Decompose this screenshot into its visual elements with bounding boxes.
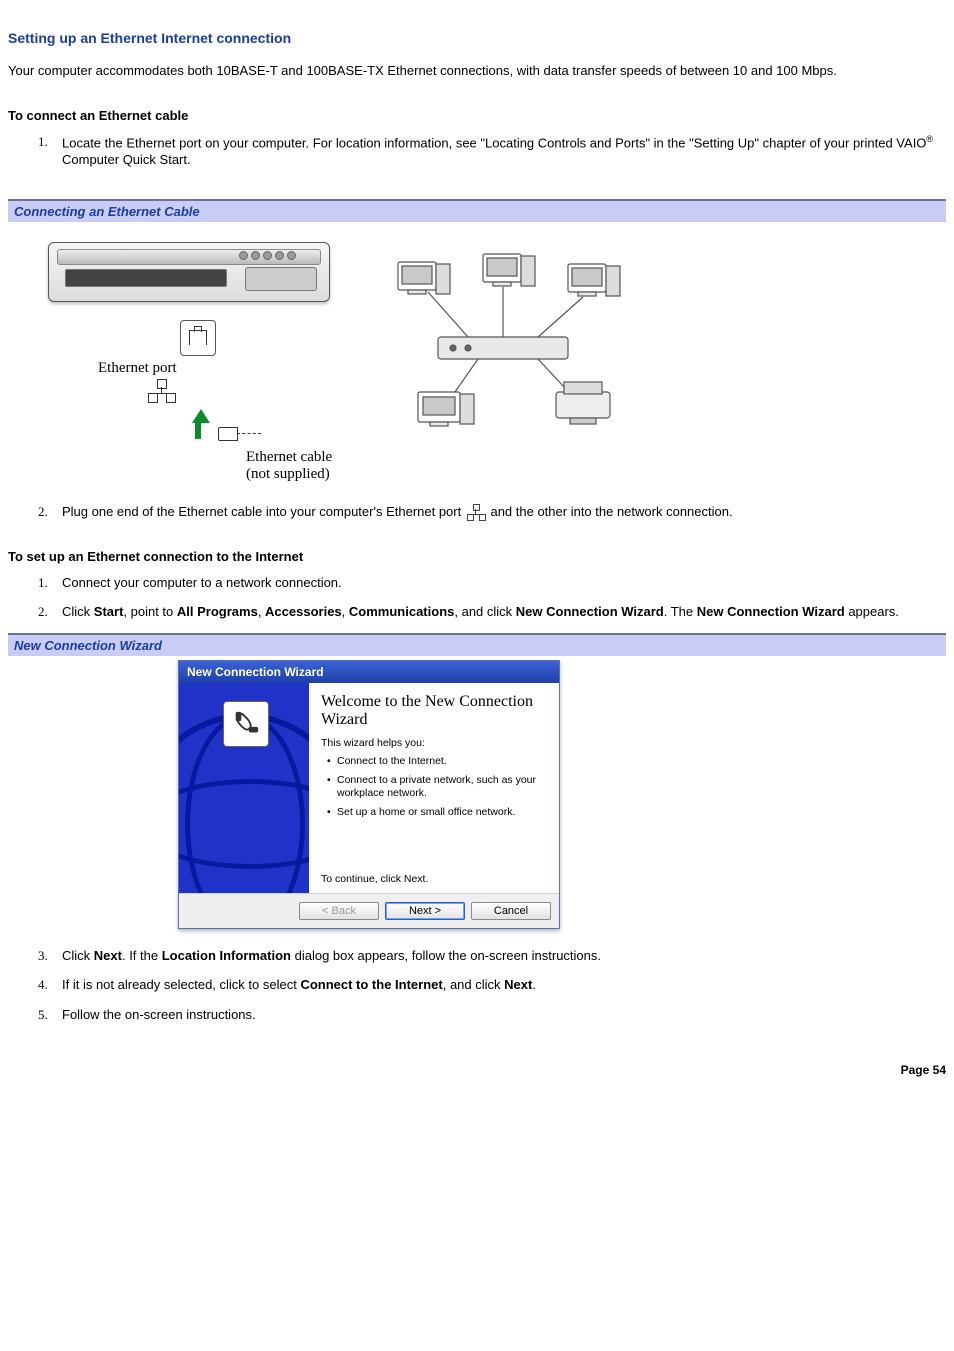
network-glyph-icon	[148, 383, 176, 403]
ethernet-port-label: Ethernet port	[98, 360, 348, 377]
ethernet-port-icon	[180, 320, 216, 356]
device-illustration: Ethernet port	[48, 242, 348, 439]
wizard-dialog: New Connection Wizard Welcome to the New…	[178, 660, 560, 929]
step-follow-instructions: Follow the on-screen instructions.	[38, 1006, 946, 1024]
cancel-button[interactable]: Cancel	[471, 902, 551, 920]
b: New Connection Wizard	[516, 604, 664, 619]
figure-ethernet-cable: Ethernet port	[8, 222, 946, 503]
steps-connect-cable: Locate the Ethernet port on your compute…	[38, 133, 946, 169]
t: Click	[62, 604, 94, 619]
intro-paragraph: Your computer accommodates both 10BASE-T…	[8, 62, 946, 80]
back-button[interactable]: < Back	[299, 902, 379, 920]
registered-mark: ®	[926, 134, 933, 144]
wizard-continue: To continue, click Next.	[321, 843, 547, 885]
page-number: Page 54	[8, 1063, 946, 1077]
b: Location Information	[162, 948, 291, 963]
next-button[interactable]: Next >	[385, 902, 465, 920]
wizard-bullets: Connect to the Internet. Connect to a pr…	[327, 755, 547, 826]
figure-caption-ethernet: Connecting an Ethernet Cable	[8, 199, 946, 222]
step-connect-network: Connect your computer to a network conne…	[38, 574, 946, 592]
t: , point to	[123, 604, 176, 619]
figure-caption-wizard: New Connection Wizard	[8, 633, 946, 656]
dvd-unit-icon	[48, 242, 330, 302]
t: , and click	[454, 604, 515, 619]
t: Click	[62, 948, 94, 963]
b: Connect to the Internet	[300, 977, 442, 992]
wizard-main: Welcome to the New Connection Wizard Thi…	[309, 683, 559, 893]
b: All Programs	[177, 604, 258, 619]
wizard-bullet: Connect to a private network, such as yo…	[327, 774, 547, 800]
wizard-lead: This wizard helps you:	[321, 737, 547, 749]
t: , and click	[443, 977, 504, 992]
step-text: Locate the Ethernet port on your compute…	[62, 135, 926, 150]
steps-setup-connection: Connect your computer to a network conne…	[38, 574, 946, 621]
arrow-up-icon	[186, 409, 210, 439]
network-illustration	[378, 242, 638, 445]
ethernet-cable-label: Ethernet cable	[246, 449, 946, 466]
t: If it is not already selected, click to …	[62, 977, 300, 992]
t: .	[532, 977, 536, 992]
cable-plug-icon	[218, 427, 238, 441]
page-title: Setting up an Ethernet Internet connecti…	[8, 30, 946, 46]
b: Communications	[349, 604, 454, 619]
t: dialog box appears, follow the on-screen…	[291, 948, 601, 963]
b: New Connection Wizard	[697, 604, 845, 619]
t: ,	[258, 604, 265, 619]
wizard-heading: Welcome to the New Connection Wizard	[321, 693, 547, 729]
step-plug-cable: Plug one end of the Ethernet cable into …	[38, 503, 946, 521]
figure-wizard: New Connection Wizard Welcome to the New…	[178, 660, 946, 929]
t: ,	[342, 604, 349, 619]
step-text-tail: Computer Quick Start.	[62, 152, 191, 167]
ethernet-cable-sublabel: (not supplied)	[246, 466, 946, 483]
subheading-setup-connection: To set up an Ethernet connection to the …	[8, 549, 946, 564]
b: Next	[504, 977, 532, 992]
steps-setup-connection-cont: Click Next. If the Location Information …	[38, 947, 946, 1024]
wizard-button-row: < Back Next > Cancel	[179, 893, 559, 928]
b: Start	[94, 604, 124, 619]
step-open-wizard: Click Start, point to All Programs, Acce…	[38, 603, 946, 621]
steps-connect-cable-cont: Plug one end of the Ethernet cable into …	[38, 503, 946, 521]
wizard-side-graphic	[179, 683, 309, 893]
t: . If the	[122, 948, 162, 963]
network-inline-icon	[467, 506, 485, 520]
t: appears.	[845, 604, 899, 619]
t: . The	[664, 604, 697, 619]
step-locate-port: Locate the Ethernet port on your compute…	[38, 133, 946, 169]
step-select-connect: If it is not already selected, click to …	[38, 976, 946, 994]
wizard-bullet: Set up a home or small office network.	[327, 806, 547, 819]
b: Next	[94, 948, 122, 963]
wizard-titlebar: New Connection Wizard	[179, 661, 559, 683]
step-text-b: and the other into the network connectio…	[490, 504, 732, 519]
step-text-a: Plug one end of the Ethernet cable into …	[62, 504, 465, 519]
wizard-bullet: Connect to the Internet.	[327, 755, 547, 768]
b: Accessories	[265, 604, 342, 619]
step-click-next: Click Next. If the Location Information …	[38, 947, 946, 965]
subheading-connect-cable: To connect an Ethernet cable	[8, 108, 946, 123]
phone-icon	[223, 701, 269, 747]
